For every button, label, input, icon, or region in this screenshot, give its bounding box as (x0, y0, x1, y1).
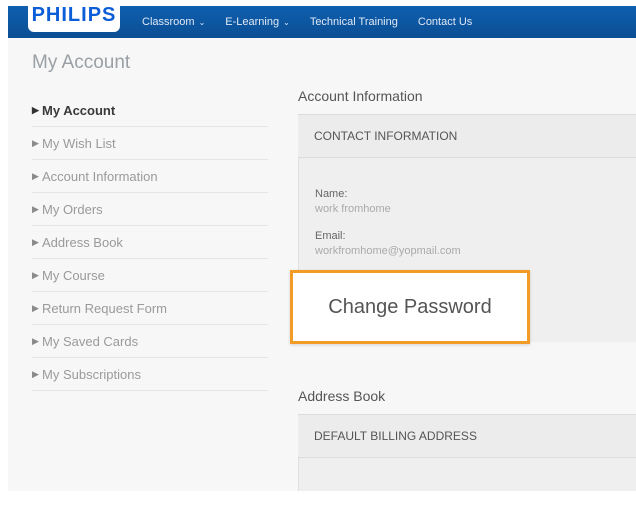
sidebar-item-account-information[interactable]: ▶ Account Information (32, 160, 268, 193)
caret-right-icon: ▶ (32, 137, 39, 148)
caret-right-icon: ▶ (32, 368, 39, 379)
caret-right-icon: ▶ (32, 170, 39, 181)
change-password-link[interactable]: Change Password (290, 270, 530, 344)
nav-contact-us[interactable]: Contact Us (418, 16, 472, 28)
default-billing-address-body (298, 458, 636, 491)
sidebar-item-label: Address Book (42, 234, 123, 250)
sidebar-item-label: Return Request Form (42, 300, 167, 316)
sidebar-item-label: Account Information (42, 168, 158, 184)
sidebar-item-my-wish-list[interactable]: ▶ My Wish List (32, 127, 268, 160)
account-information-title: Account Information (298, 88, 423, 104)
caret-right-icon: ▶ (32, 203, 39, 214)
sidebar-item-my-orders[interactable]: ▶ My Orders (32, 193, 268, 226)
sidebar-item-label: My Course (42, 267, 105, 283)
name-value: work fromhome (315, 203, 391, 215)
nav-elearning[interactable]: E-Learning ⌄ (225, 16, 290, 28)
contact-information-header-label: CONTACT INFORMATION (314, 129, 458, 143)
caret-right-icon: ▶ (32, 236, 39, 247)
default-billing-address-header: DEFAULT BILLING ADDRESS (298, 414, 636, 458)
nav-classroom-label: Classroom (142, 16, 195, 28)
sidebar-item-my-saved-cards[interactable]: ▶ My Saved Cards (32, 325, 268, 358)
name-label: Name: (315, 188, 348, 200)
address-book-title: Address Book (298, 388, 386, 404)
default-billing-address-header-label: DEFAULT BILLING ADDRESS (314, 429, 477, 443)
change-password-label: Change Password (328, 295, 492, 318)
page-title: My Account (32, 52, 131, 73)
sidebar-item-label: My Orders (42, 201, 103, 217)
sidebar-item-my-subscriptions[interactable]: ▶ My Subscriptions (32, 358, 268, 391)
nav-contact-us-label: Contact Us (417, 16, 473, 28)
caret-right-icon: ▶ (32, 104, 39, 115)
caret-right-icon: ▶ (32, 302, 39, 313)
sidebar-item-label: My Saved Cards (42, 333, 139, 349)
sidebar-item-label: My Wish List (42, 135, 116, 151)
sidebar-item-my-account[interactable]: ▶ My Account (32, 94, 268, 127)
account-sidebar: ▶ My Account ▶ My Wish List ▶ Account In… (32, 94, 268, 391)
email-value: workfromhome@yopmail.com (315, 245, 461, 257)
sidebar-item-my-course[interactable]: ▶ My Course (32, 259, 268, 292)
email-label: Email: (315, 230, 346, 242)
browser-viewport: PHILIPS Classroom ⌄ E-Learning ⌄ Technic… (8, 6, 636, 491)
sidebar-item-label: My Subscriptions (42, 366, 141, 382)
sidebar-item-return-request-form[interactable]: ▶ Return Request Form (32, 292, 268, 325)
logo-text: PHILIPS (31, 6, 117, 26)
caret-right-icon: ▶ (32, 335, 39, 346)
main-nav: Classroom ⌄ E-Learning ⌄ Technical Train… (142, 6, 472, 38)
nav-classroom[interactable]: Classroom ⌄ (142, 16, 205, 28)
top-nav-bar: PHILIPS Classroom ⌄ E-Learning ⌄ Technic… (8, 6, 636, 38)
chevron-down-icon: ⌄ (198, 17, 206, 27)
philips-logo[interactable]: PHILIPS (28, 6, 120, 32)
nav-technical-training-label: Technical Training (309, 16, 398, 28)
chevron-down-icon: ⌄ (283, 17, 290, 27)
contact-information-header: CONTACT INFORMATION (298, 114, 636, 158)
nav-technical-training[interactable]: Technical Training (310, 16, 398, 28)
caret-right-icon: ▶ (32, 269, 39, 280)
sidebar-item-label: My Account (42, 102, 116, 118)
sidebar-item-address-book[interactable]: ▶ Address Book (32, 226, 268, 259)
nav-elearning-label: E-Learning (225, 16, 280, 28)
